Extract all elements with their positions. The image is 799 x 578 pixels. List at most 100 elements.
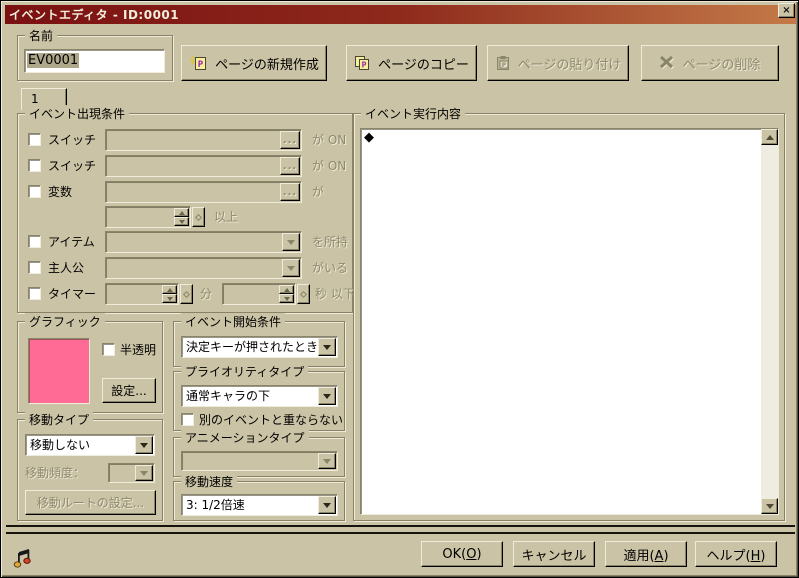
hero-combobox[interactable] — [105, 257, 302, 279]
animation-group-title: アニメーションタイプ — [181, 429, 309, 446]
diamond-icon — [300, 290, 307, 297]
timer-checkbox[interactable] — [28, 287, 41, 300]
paste-page-label: ページの貼り付け — [518, 54, 622, 73]
switch1-field[interactable]: ... — [105, 129, 302, 151]
variable-value-spinner[interactable] — [105, 206, 191, 228]
command-list-scrollbar[interactable] — [761, 129, 778, 514]
variable-min-suffix: 以上 — [214, 206, 238, 228]
hero-label: 主人公 — [48, 257, 84, 279]
translucent-checkbox[interactable] — [102, 343, 115, 356]
timer-minutes-picker-button[interactable] — [180, 284, 193, 304]
priority-group-title: プライオリティタイプ — [181, 363, 308, 380]
delete-page-icon — [660, 56, 676, 70]
no-overlap-checkbox[interactable] — [181, 413, 194, 426]
graphic-preview[interactable] — [28, 338, 90, 404]
start-condition-combo-arrow[interactable] — [318, 338, 336, 356]
switch1-label: スイッチ — [48, 129, 96, 151]
spin-up-icon[interactable] — [279, 285, 294, 294]
move-type-combobox[interactable]: 移動しない — [25, 434, 155, 456]
arrow-up-icon — [766, 131, 774, 140]
chevron-down-icon — [323, 459, 331, 468]
spin-down-icon[interactable] — [174, 217, 189, 226]
move-speed-value: 3: 1/2倍速 — [186, 495, 245, 515]
graphic-group: グラフィック 半透明 設定... — [17, 321, 163, 413]
variable-suffix: が — [312, 181, 324, 203]
ok-button-label: OK(O) — [442, 547, 481, 562]
switch1-checkbox[interactable] — [28, 133, 41, 146]
cancel-button[interactable]: キャンセル — [513, 541, 595, 567]
name-group-label: 名前 — [25, 27, 57, 44]
variable-label: 変数 — [48, 181, 72, 203]
help-button-label: ヘルプ(H) — [707, 545, 766, 564]
priority-group: プライオリティタイプ 通常キャラの下 別のイベントと重ならない — [173, 371, 345, 431]
timer-sec-suffix: 秒 以下 — [315, 283, 355, 305]
hero-checkbox[interactable] — [28, 261, 41, 274]
copy-page-icon: P — [354, 55, 371, 71]
commands-group: イベント実行内容 ◆ — [353, 113, 785, 521]
help-button[interactable]: ヘルプ(H) — [695, 541, 777, 567]
animation-combo-arrow[interactable] — [318, 453, 336, 469]
close-button[interactable]: × — [778, 3, 795, 18]
paste-page-button[interactable]: P ページの貼り付け — [487, 45, 629, 81]
ok-button[interactable]: OK(O) — [421, 541, 503, 567]
scroll-up-button[interactable] — [761, 129, 778, 145]
delete-page-button[interactable]: ページの削除 — [641, 45, 779, 81]
spin-down-icon[interactable] — [162, 294, 177, 303]
delete-page-label: ページの削除 — [683, 54, 761, 73]
paste-page-icon: P — [495, 55, 511, 71]
svg-text:P: P — [362, 61, 367, 70]
command-list[interactable]: ◆ — [360, 128, 779, 515]
spin-up-icon[interactable] — [174, 208, 189, 217]
move-type-group-title: 移動タイプ — [25, 411, 93, 428]
start-condition-combobox[interactable]: 決定キーが押されたとき — [181, 336, 338, 358]
window-title: イベントエディタ - ID:0001 — [9, 6, 179, 23]
command-cursor[interactable]: ◆ — [364, 130, 374, 145]
no-overlap-label: 別のイベントと重ならない — [199, 409, 343, 431]
move-speed-combo-arrow[interactable] — [318, 496, 336, 514]
move-type-combo-arrow[interactable] — [135, 436, 153, 454]
event-name-input[interactable]: EV0001 — [24, 49, 165, 73]
spin-up-icon[interactable] — [162, 285, 177, 294]
hero-combo-arrow[interactable] — [282, 259, 300, 277]
switch1-browse-button[interactable]: ... — [280, 131, 300, 149]
move-frequency-combo-arrow[interactable] — [135, 465, 153, 481]
graphic-settings-button[interactable]: 設定... — [102, 378, 156, 403]
priority-combo-arrow[interactable] — [318, 387, 336, 405]
timer-seconds-spinner[interactable] — [222, 283, 296, 305]
item-combo-arrow[interactable] — [282, 233, 300, 251]
hero-suffix: がいる — [312, 257, 348, 279]
variable-checkbox[interactable] — [28, 185, 41, 198]
close-icon: × — [782, 6, 790, 16]
ellipsis-icon: ... — [283, 161, 297, 172]
chevron-down-icon — [323, 345, 331, 354]
switch2-browse-button[interactable]: ... — [280, 157, 300, 175]
new-page-icon: P — [189, 55, 208, 71]
switch2-suffix: が ON — [312, 155, 346, 177]
item-suffix: を所持 — [312, 231, 348, 253]
scroll-down-button[interactable] — [761, 498, 778, 514]
move-type-group: 移動タイプ 移動しない 移動頻度： 移動ルートの設定... — [17, 419, 163, 521]
diamond-icon — [183, 290, 190, 297]
switch2-field[interactable]: ... — [105, 155, 302, 177]
animation-combobox[interactable] — [181, 451, 338, 471]
apply-button[interactable]: 適用(A) — [605, 541, 687, 567]
variable-browse-button[interactable]: ... — [280, 183, 300, 201]
variable-value-picker-button[interactable] — [192, 207, 205, 227]
move-speed-group: 移動速度 3: 1/2倍速 — [173, 481, 345, 521]
switch2-label: スイッチ — [48, 155, 96, 177]
timer-seconds-picker-button[interactable] — [297, 284, 310, 304]
variable-field[interactable]: ... — [105, 181, 302, 203]
copy-page-button[interactable]: P ページのコピー — [346, 45, 477, 81]
move-route-button[interactable]: 移動ルートの設定... — [25, 490, 156, 515]
item-checkbox[interactable] — [28, 235, 41, 248]
priority-combobox[interactable]: 通常キャラの下 — [181, 385, 338, 407]
spin-down-icon[interactable] — [279, 294, 294, 303]
switch2-checkbox[interactable] — [28, 159, 41, 172]
arrow-down-icon — [766, 504, 774, 513]
item-combobox[interactable] — [105, 231, 302, 253]
move-speed-combobox[interactable]: 3: 1/2倍速 — [181, 494, 338, 516]
timer-minutes-spinner[interactable] — [105, 283, 179, 305]
move-frequency-combobox[interactable] — [108, 463, 155, 483]
graphic-group-title: グラフィック — [25, 313, 105, 330]
new-page-button[interactable]: P ページの新規作成 — [181, 45, 327, 81]
